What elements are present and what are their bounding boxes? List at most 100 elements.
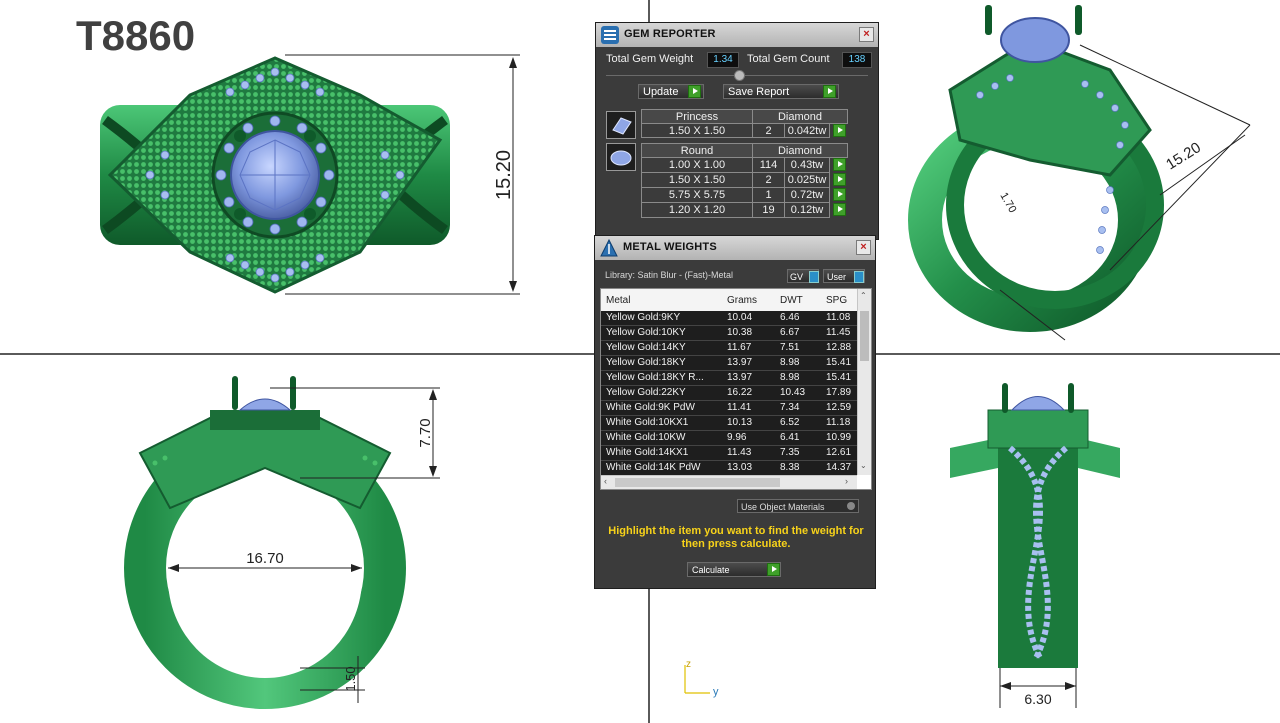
- total-gem-count-label: Total Gem Count: [747, 53, 830, 65]
- gem-reporter-close-button[interactable]: ×: [859, 27, 874, 42]
- horizontal-scroll-thumb[interactable]: [615, 478, 780, 487]
- gem-row-size[interactable]: 5.75 X 5.75: [641, 187, 753, 203]
- metal-row[interactable]: White Gold:9K PdW 11.41 7.34 12.59: [601, 401, 857, 416]
- axis-z-label: z: [686, 659, 691, 670]
- gem-row-size[interactable]: 1.00 X 1.00: [641, 157, 753, 173]
- metal-row[interactable]: Yellow Gold:22KY 16.22 10.43 17.89: [601, 386, 857, 401]
- round-shape-header: Round: [641, 143, 753, 158]
- spg-cell: 11.45: [826, 327, 851, 338]
- save-report-button[interactable]: Save Report: [723, 84, 839, 99]
- gem-row-weight[interactable]: 0.025tw: [784, 172, 830, 188]
- gem-row-size[interactable]: 1.50 X 1.50: [641, 123, 753, 138]
- gem-row-size[interactable]: 1.50 X 1.50: [641, 172, 753, 188]
- scroll-right-icon[interactable]: ›: [845, 476, 848, 486]
- gem-row-select-icon[interactable]: [833, 173, 846, 186]
- gem-reporter-titlebar[interactable]: GEM REPORTER ×: [596, 23, 878, 47]
- grams-cell: 13.03: [727, 462, 753, 473]
- splitter-knob[interactable]: [734, 70, 745, 81]
- gem-row-count[interactable]: 1: [752, 187, 785, 203]
- round-material-header: Diamond: [752, 143, 848, 158]
- gem-row-count[interactable]: 2: [752, 172, 785, 188]
- grams-cell: 11.43: [727, 447, 752, 458]
- grams-cell: 13.97: [727, 357, 753, 368]
- col-spg[interactable]: SPG: [826, 295, 847, 306]
- metal-name-cell: Yellow Gold:10KY: [606, 327, 686, 338]
- viewport-top[interactable]: 15.20: [0, 0, 600, 350]
- princess-gem-thumbnail[interactable]: [606, 111, 636, 139]
- metal-weights-close-button[interactable]: ×: [856, 240, 871, 255]
- dim-side-width: 6.30: [1024, 691, 1051, 707]
- grams-cell: 11.41: [727, 402, 752, 413]
- table-header: Metal Grams DWT SPG: [601, 289, 857, 312]
- metal-weights-title: METAL WEIGHTS: [623, 241, 717, 253]
- metal-row[interactable]: Yellow Gold:18KY R... 13.97 8.98 15.41: [601, 371, 857, 386]
- vertical-scroll-thumb[interactable]: [860, 311, 869, 361]
- round-gem-thumbnail[interactable]: [606, 143, 636, 171]
- dwt-cell: 8.38: [780, 462, 800, 473]
- col-metal[interactable]: Metal: [606, 295, 630, 306]
- col-dwt[interactable]: DWT: [780, 295, 803, 306]
- metal-row[interactable]: Yellow Gold:9KY 10.04 6.46 11.08: [601, 311, 857, 326]
- metal-row[interactable]: Yellow Gold:10KY 10.38 6.67 11.45: [601, 326, 857, 341]
- gem-row-weight[interactable]: 0.43tw: [784, 157, 830, 173]
- spg-cell: 10.99: [826, 432, 852, 443]
- gem-row-select-icon[interactable]: [833, 158, 846, 171]
- metal-name-cell: White Gold:14KX1: [606, 447, 689, 458]
- metal-row[interactable]: White Gold:14K PdW 13.03 8.38 14.37: [601, 461, 857, 476]
- dim-front-height: 7.70: [417, 418, 434, 447]
- gem-row-weight[interactable]: 0.12tw: [784, 202, 830, 218]
- gv-label: GV: [790, 272, 804, 282]
- scroll-up-icon[interactable]: ⌃: [860, 291, 867, 300]
- metal-weights-titlebar[interactable]: METAL WEIGHTS ×: [595, 236, 875, 260]
- grams-cell: 9.96: [727, 432, 747, 443]
- update-go-icon[interactable]: [688, 85, 701, 98]
- use-object-materials-dropdown[interactable]: Use Object Materials: [737, 499, 859, 513]
- viewport-front[interactable]: 7.70 16.70 1.50: [100, 358, 600, 723]
- total-gem-weight-label: Total Gem Weight: [606, 53, 694, 65]
- grams-cell: 10.13: [727, 417, 753, 428]
- gem-row-count[interactable]: 2: [752, 123, 785, 138]
- gem-row-select-icon[interactable]: [833, 188, 846, 201]
- viewport-side[interactable]: 6.30: [940, 358, 1130, 723]
- use-object-materials-label: Use Object Materials: [741, 502, 825, 512]
- spg-cell: 12.88: [826, 342, 852, 353]
- grams-cell: 13.97: [727, 372, 753, 383]
- gem-row-weight[interactable]: 0.042tw: [784, 123, 830, 138]
- save-report-go-icon[interactable]: [823, 85, 836, 98]
- dwt-cell: 6.41: [780, 432, 800, 443]
- gem-row-count[interactable]: 19: [752, 202, 785, 218]
- gem-row-weight[interactable]: 0.72tw: [784, 187, 830, 203]
- gem-row-count[interactable]: 114: [752, 157, 785, 173]
- metal-row[interactable]: Yellow Gold:14KY 11.67 7.51 12.88: [601, 341, 857, 356]
- gem-row-select-icon[interactable]: [833, 124, 846, 137]
- dwt-cell: 6.67: [780, 327, 800, 338]
- gem-row-select-icon[interactable]: [833, 203, 846, 216]
- vertical-scrollbar[interactable]: ⌃ ⌄: [857, 289, 871, 475]
- dwt-cell: 8.98: [780, 357, 800, 368]
- metal-row[interactable]: White Gold:14KX1 11.43 7.35 12.61: [601, 446, 857, 461]
- dim-inner-diameter: 16.70: [246, 550, 284, 567]
- axis-gizmo: z y: [684, 659, 719, 698]
- metal-name-cell: White Gold:14K PdW: [606, 462, 701, 473]
- viewport-perspective[interactable]: 15.20 1.70: [880, 0, 1278, 350]
- metal-weights-table[interactable]: Metal Grams DWT SPG Yellow Gold:9KY 10.04…: [600, 288, 872, 490]
- spg-cell: 12.59: [826, 402, 852, 413]
- metal-row[interactable]: White Gold:10KW 9.96 6.41 10.99: [601, 431, 857, 446]
- metal-row[interactable]: White Gold:10KX1 10.13 6.52 11.18: [601, 416, 857, 431]
- scroll-down-icon[interactable]: ⌄: [860, 461, 867, 470]
- grams-cell: 10.04: [727, 312, 753, 323]
- dim-iso-small: 1.70: [997, 191, 1018, 216]
- gem-row-size[interactable]: 1.20 X 1.20: [641, 202, 753, 218]
- princess-material-header: Diamond: [752, 109, 848, 124]
- spg-cell: 11.08: [826, 312, 851, 323]
- metal-row[interactable]: Yellow Gold:18KY 13.97 8.98 15.41: [601, 356, 857, 371]
- calculate-go-icon[interactable]: [767, 563, 780, 576]
- metal-name-cell: Yellow Gold:9KY: [606, 312, 681, 323]
- gem-reporter-icon: [601, 26, 619, 44]
- horizontal-scrollbar[interactable]: ‹ ›: [601, 475, 857, 489]
- col-grams[interactable]: Grams: [727, 295, 757, 306]
- metal-name-cell: White Gold:9K PdW: [606, 402, 695, 413]
- gem-reporter-panel: GEM REPORTER × Total Gem Weight 1.34 Tot…: [595, 22, 879, 240]
- scroll-left-icon[interactable]: ‹: [604, 476, 607, 486]
- library-label: Library: Satin Blur - (Fast)-Metal: [605, 270, 734, 280]
